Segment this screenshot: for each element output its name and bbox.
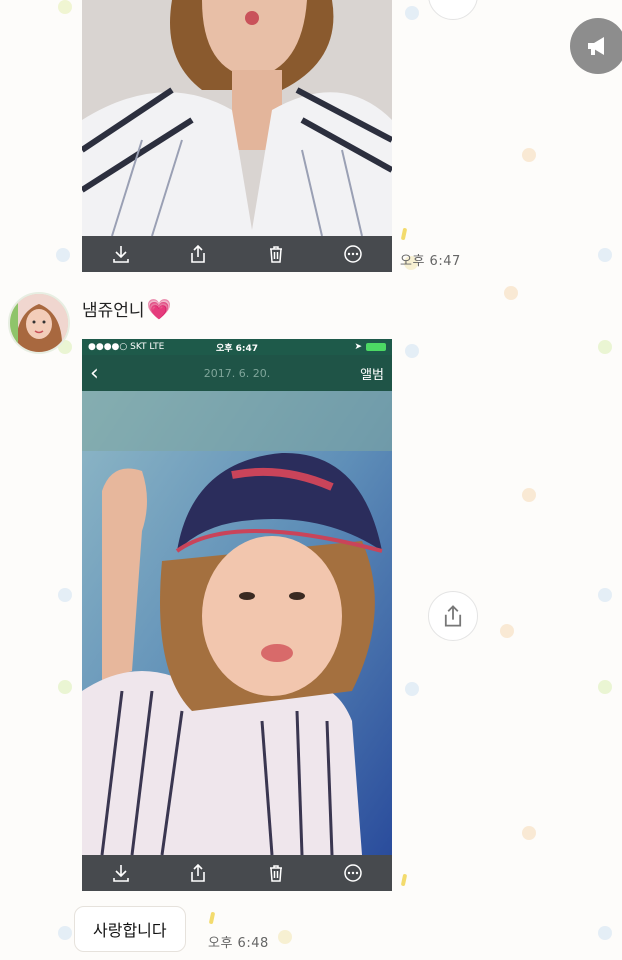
background-dot (58, 680, 72, 694)
download-button[interactable] (108, 860, 134, 886)
background-dot (500, 624, 514, 638)
share-button[interactable] (428, 591, 478, 641)
message-time: 오후 6:47 (400, 254, 461, 269)
avatar-image (10, 294, 68, 352)
album-button[interactable]: 앨범 (344, 364, 384, 383)
share-icon (444, 605, 462, 627)
delete-button[interactable] (263, 241, 289, 267)
background-dot (598, 588, 612, 602)
background-dot (504, 286, 518, 300)
back-button[interactable]: ‹ (90, 361, 130, 386)
screenshot-message[interactable]: ●●●●○ SKT LTE 오후 6:47 ➤ ‹ 2017. 6. 20. 앨… (82, 339, 392, 891)
photo-message[interactable] (82, 0, 392, 272)
photo-image (82, 0, 392, 236)
share-button[interactable] (185, 241, 211, 267)
background-dot (56, 248, 70, 262)
status-bar: ●●●●○ SKT LTE 오후 6:47 ➤ (82, 339, 392, 355)
message-time: 오후 6:48 (208, 936, 269, 951)
download-icon (112, 865, 129, 882)
background-dot (522, 826, 536, 840)
background-dot (405, 344, 419, 358)
battery-area: ➤ (287, 342, 386, 352)
background-dash (400, 873, 408, 887)
photo-nav-bar: ‹ 2017. 6. 20. 앨범 (82, 355, 392, 391)
share-button[interactable] (185, 860, 211, 886)
battery-icon (365, 343, 386, 351)
background-dot (58, 588, 72, 602)
delete-button[interactable] (263, 860, 289, 886)
more-button[interactable] (340, 860, 366, 886)
share-icon (191, 863, 206, 882)
background-dot (278, 930, 292, 944)
more-icon (344, 864, 362, 882)
background-dot (598, 340, 612, 354)
carrier-text: ●●●●○ SKT LTE (88, 342, 165, 352)
background-dot (598, 248, 612, 262)
sender-name-text: 냄쥬언니 (82, 301, 145, 321)
more-button[interactable] (340, 241, 366, 267)
background-dot (522, 148, 536, 162)
background-dot (405, 682, 419, 696)
sender-avatar[interactable] (8, 292, 70, 354)
trash-icon (269, 246, 282, 263)
status-time: 오후 6:47 (215, 343, 259, 354)
download-button[interactable] (108, 241, 134, 267)
location-icon: ➤ (354, 342, 362, 352)
background-dash (208, 911, 216, 925)
megaphone-icon (588, 37, 604, 55)
text-message-bubble[interactable]: 사랑합니다 (74, 906, 186, 952)
share-icon (191, 244, 206, 263)
background-dot (405, 6, 419, 20)
share-button[interactable] (428, 0, 478, 20)
sender-name: 냄쥬언니 💗 (82, 296, 171, 321)
more-icon (344, 245, 362, 263)
background-dot (522, 488, 536, 502)
background-dash (400, 227, 408, 241)
trash-icon (269, 865, 282, 882)
photo-toolbar (82, 855, 392, 891)
download-icon (112, 246, 129, 263)
background-dot (58, 926, 72, 940)
background-dot (598, 680, 612, 694)
photo-date: 2017. 6. 20. (203, 366, 271, 380)
background-dot (598, 926, 612, 940)
heart-emoji: 💗 (146, 297, 172, 321)
photo-image (82, 391, 392, 855)
background-dot (58, 0, 72, 14)
megaphone-button[interactable] (570, 18, 622, 74)
photo-toolbar (82, 236, 392, 272)
